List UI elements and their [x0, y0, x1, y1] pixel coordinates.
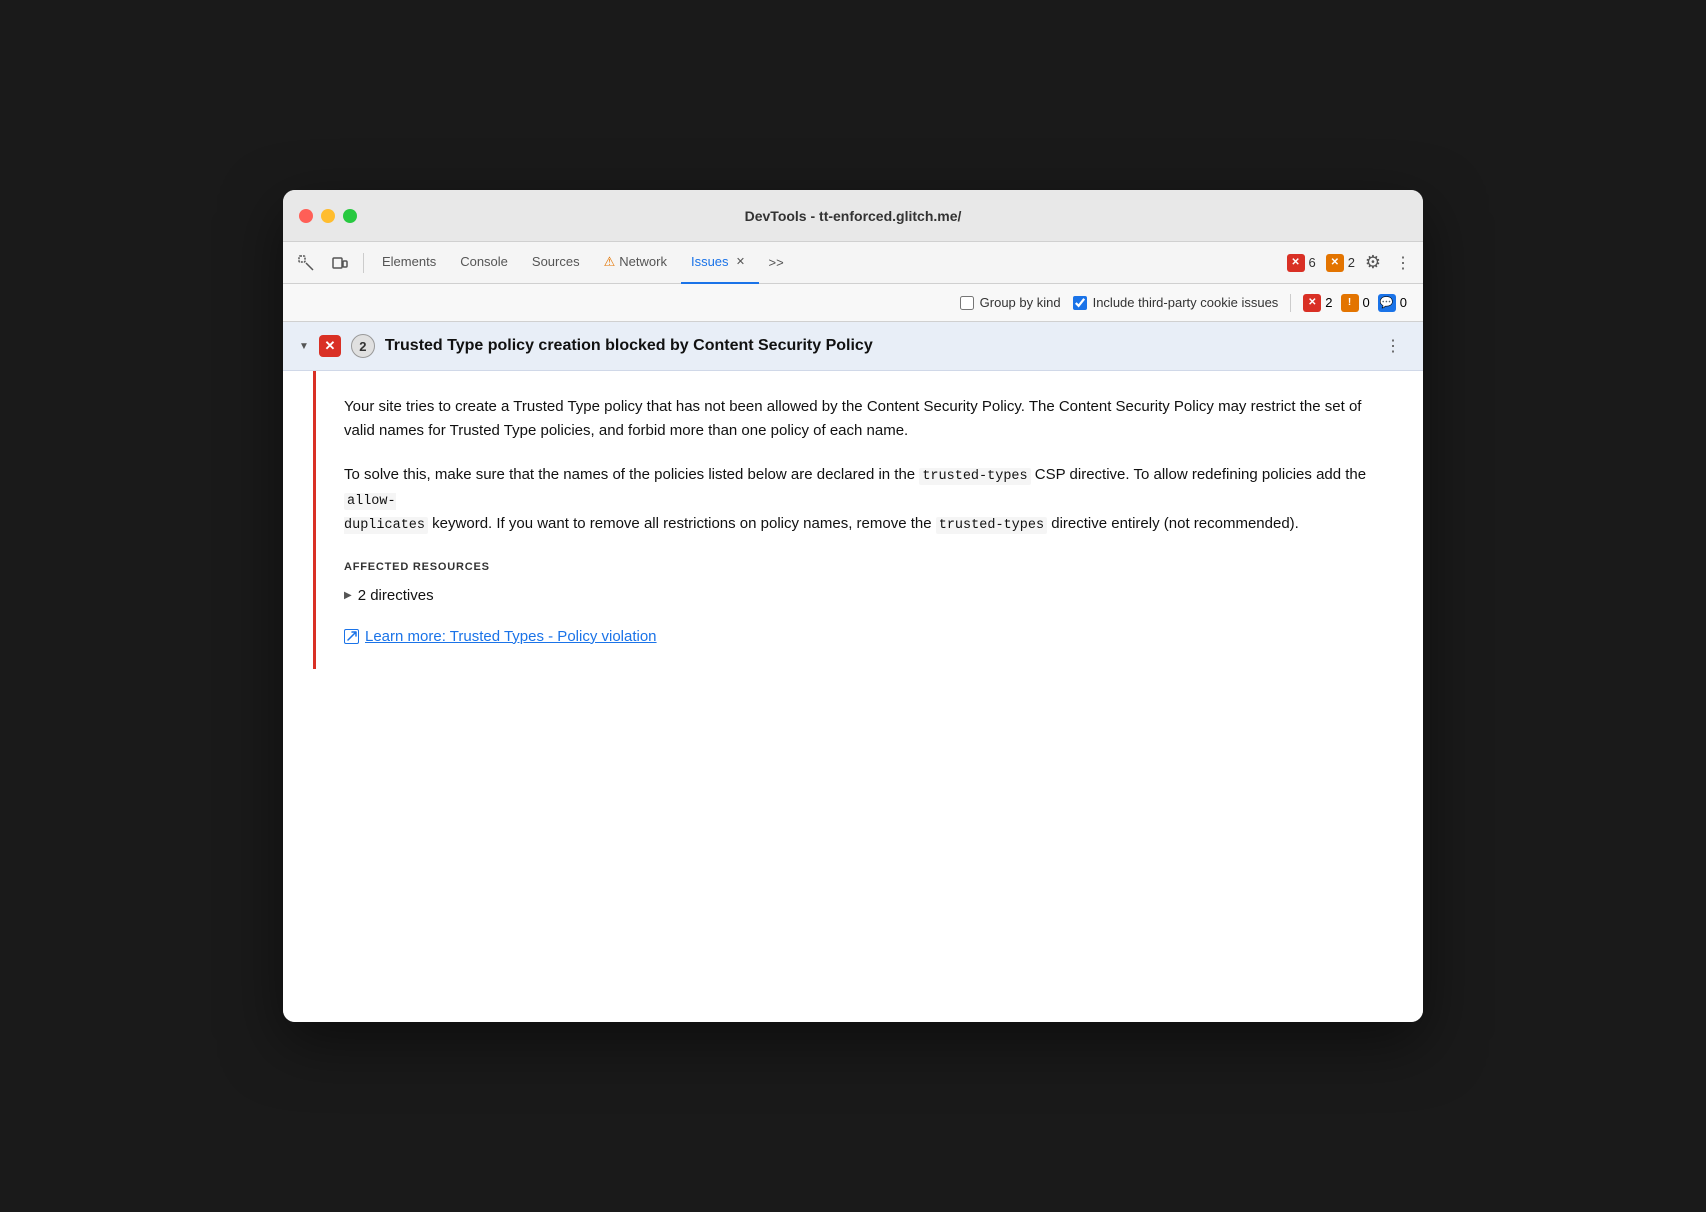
tab-elements-label: Elements — [382, 254, 436, 269]
learn-more-link[interactable]: Learn more: Trusted Types - Policy viola… — [344, 628, 1383, 645]
issue-solution: To solve this, make sure that the names … — [344, 463, 1383, 537]
issue-description: Your site tries to create a Trusted Type… — [344, 395, 1383, 443]
solution-code-3: trusted-types — [936, 517, 1047, 534]
error-count-item: ✕ 2 — [1303, 294, 1332, 312]
tab-sources[interactable]: Sources — [522, 242, 590, 284]
warning-count-icon: ! — [1341, 294, 1359, 312]
warning-count: 2 — [1348, 255, 1355, 270]
more-tabs-icon: >> — [769, 255, 784, 270]
directives-arrow-icon: ▶ — [344, 590, 352, 601]
info-count-item: 💬 0 — [1378, 294, 1407, 312]
issue-content: Your site tries to create a Trusted Type… — [316, 371, 1423, 669]
settings-button[interactable]: ⚙ — [1359, 249, 1387, 277]
inspect-element-button[interactable] — [291, 249, 321, 277]
error-badge-group: ✕ 6 — [1287, 254, 1316, 272]
more-options-button[interactable]: ⋮ — [1391, 249, 1415, 277]
title-bar: DevTools - tt-enforced.glitch.me/ — [283, 190, 1423, 242]
tab-network[interactable]: ⚠ Network — [594, 242, 677, 284]
warning-triangle-icon: ⚠ — [604, 254, 616, 270]
error-icon: ✕ — [1287, 254, 1305, 272]
main-content: ▼ ✕ 2 Trusted Type policy creation block… — [283, 322, 1423, 1022]
main-toolbar: Elements Console Sources ⚠ Network Issue… — [283, 242, 1423, 284]
info-count-value: 0 — [1400, 295, 1407, 310]
group-by-kind-label[interactable]: Group by kind — [960, 295, 1061, 310]
close-button[interactable] — [299, 209, 313, 223]
solution-code-2: allow-duplicates — [344, 493, 428, 535]
close-issues-tab-button[interactable]: ✕ — [733, 254, 749, 270]
error-count: 6 — [1309, 255, 1316, 270]
tab-console-label: Console — [460, 254, 508, 269]
issue-chevron-icon: ▼ — [299, 341, 309, 352]
group-by-kind-checkbox[interactable] — [960, 296, 974, 310]
maximize-button[interactable] — [343, 209, 357, 223]
warning-count-value: 0 — [1363, 295, 1370, 310]
warning-badge-group: ✕ 2 — [1326, 254, 1355, 272]
info-count-icon: 💬 — [1378, 294, 1396, 312]
gear-icon: ⚙ — [1365, 252, 1381, 273]
tab-issues-label: Issues — [691, 254, 729, 269]
group-by-kind-text: Group by kind — [980, 295, 1061, 310]
window-title: DevTools - tt-enforced.glitch.me/ — [745, 208, 962, 224]
issue-count-circle: 2 — [351, 334, 375, 358]
directives-toggle[interactable]: ▶ 2 directives — [344, 583, 1383, 608]
warning-icon: ✕ — [1326, 254, 1344, 272]
directives-label: 2 directives — [358, 587, 434, 604]
include-third-party-text: Include third-party cookie issues — [1093, 295, 1279, 310]
error-count-icon: ✕ — [1303, 294, 1321, 312]
more-options-icon: ⋮ — [1395, 253, 1411, 273]
issue-title: Trusted Type policy creation blocked by … — [385, 337, 1369, 355]
minimize-button[interactable] — [321, 209, 335, 223]
tab-network-label: Network — [619, 254, 667, 269]
devtools-window: DevTools - tt-enforced.glitch.me/ Elemen… — [283, 190, 1423, 1022]
issue-more-button[interactable]: ⋮ — [1379, 332, 1407, 360]
solution-code-1: trusted-types — [919, 468, 1030, 485]
affected-resources: AFFECTED RESOURCES ▶ 2 directives — [344, 561, 1383, 608]
issues-counts: ✕ 2 ! 0 💬 0 — [1290, 294, 1407, 312]
issues-toolbar: Group by kind Include third-party cookie… — [283, 284, 1423, 322]
issue-description-text: Your site tries to create a Trusted Type… — [344, 398, 1361, 439]
issue-indent — [283, 371, 313, 669]
issue-error-icon: ✕ — [319, 335, 341, 357]
warning-count-item: ! 0 — [1341, 294, 1370, 312]
tab-console[interactable]: Console — [450, 242, 518, 284]
learn-more-text: Learn more: Trusted Types - Policy viola… — [365, 628, 657, 645]
include-third-party-checkbox[interactable] — [1073, 296, 1087, 310]
issue-body-wrapper: Your site tries to create a Trusted Type… — [283, 371, 1423, 669]
more-tabs-button[interactable]: >> — [763, 242, 790, 284]
external-link-icon — [344, 629, 359, 644]
issue-header[interactable]: ▼ ✕ 2 Trusted Type policy creation block… — [283, 322, 1423, 371]
include-third-party-label[interactable]: Include third-party cookie issues — [1073, 295, 1279, 310]
error-count-value: 2 — [1325, 295, 1332, 310]
affected-resources-label: AFFECTED RESOURCES — [344, 561, 1383, 573]
tab-elements[interactable]: Elements — [372, 242, 446, 284]
tab-sources-label: Sources — [532, 254, 580, 269]
window-controls — [299, 209, 357, 223]
toolbar-divider-1 — [363, 253, 364, 273]
device-toolbar-button[interactable] — [325, 249, 355, 277]
tab-issues[interactable]: Issues ✕ — [681, 242, 759, 284]
